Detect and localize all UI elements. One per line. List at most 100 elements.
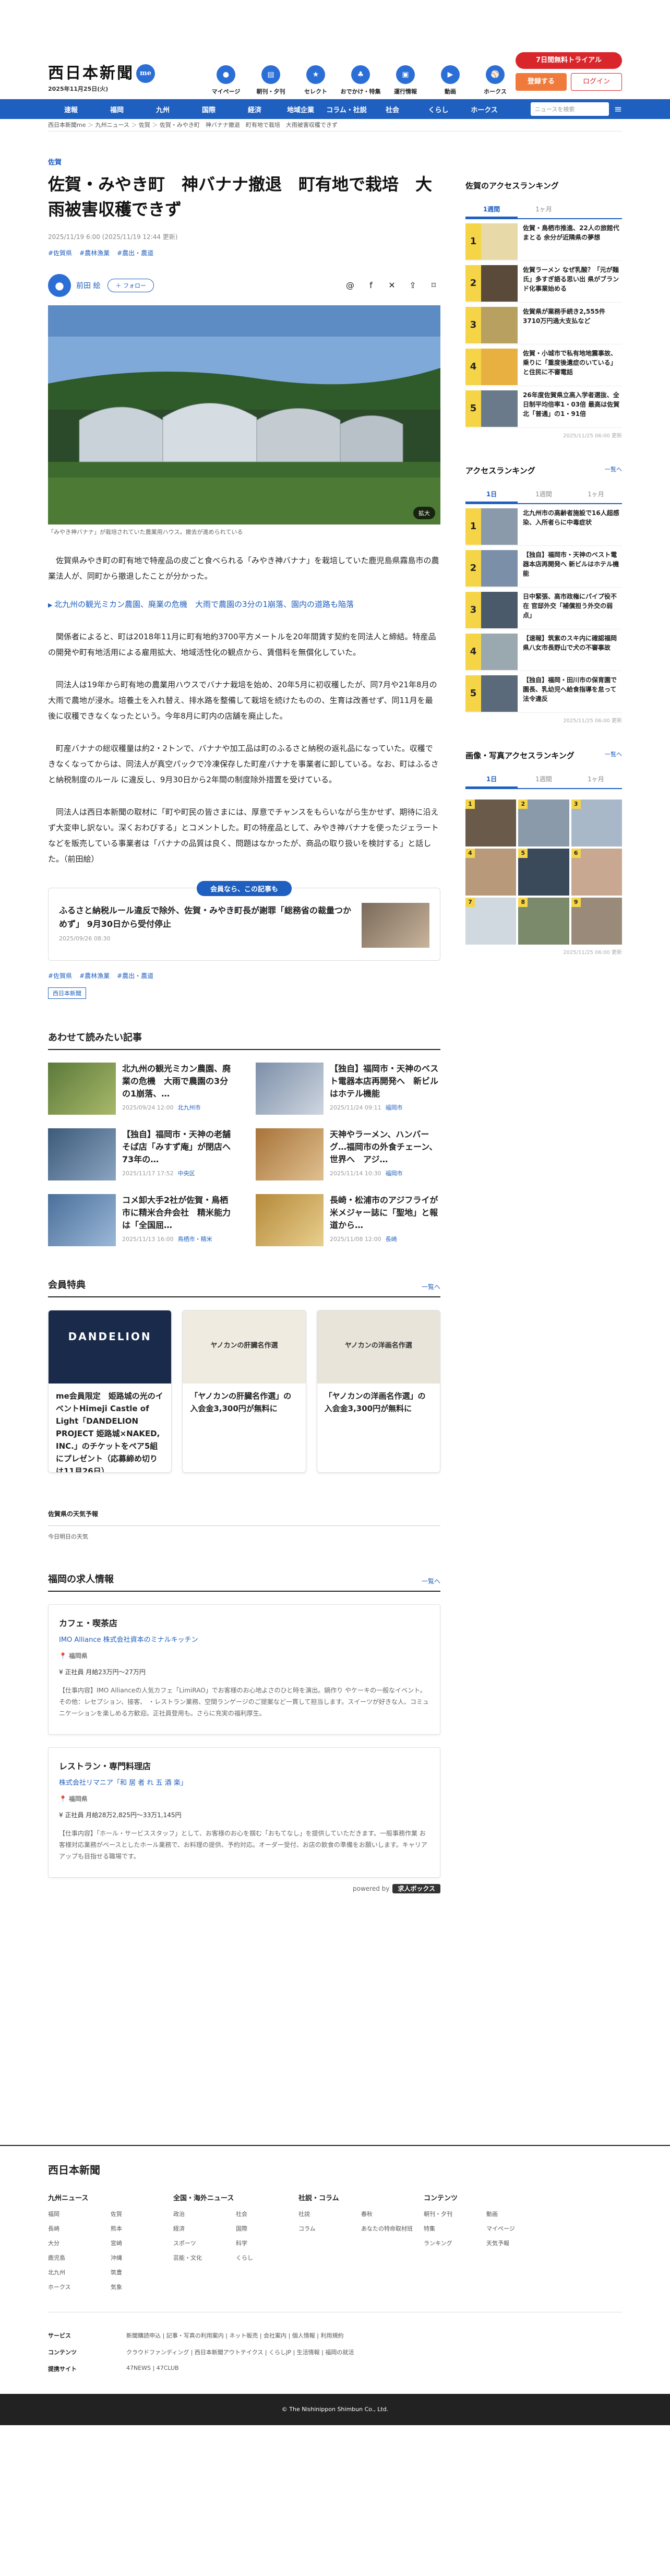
tab-month[interactable]: 1ヶ月 bbox=[570, 486, 622, 503]
rank-title[interactable]: 【独自】福岡市・天神のベスト電器本店再開発へ 新ビルはホテル機能 bbox=[523, 550, 622, 578]
site-logo[interactable]: 西日本新聞 me bbox=[48, 60, 155, 83]
job-card[interactable]: カフェ・喫茶店 IMO Alliance 株式会社資本のミナルキッチン 📍 福岡… bbox=[48, 1604, 440, 1735]
access2-more-link[interactable]: 一覧へ bbox=[605, 465, 622, 473]
cat-column[interactable]: コラム・社説 bbox=[324, 104, 369, 114]
tab-week[interactable]: 1週間 bbox=[518, 486, 570, 503]
footer-link[interactable]: 経済 bbox=[173, 2224, 236, 2233]
x-icon[interactable]: ✕ bbox=[385, 279, 399, 292]
perk-card[interactable]: DANDELION me会員限定 姫路城の光のイベントHimeji Castle … bbox=[48, 1310, 172, 1473]
footer-row-links[interactable]: 新聞購読申込 | 記事・写真の利用案内 | ネット販売 | 会社案内 | 個人情… bbox=[126, 2331, 622, 2340]
footer-link[interactable]: あなたの特命取材班 bbox=[361, 2224, 424, 2233]
author-name[interactable]: 前田 絵 bbox=[76, 280, 100, 291]
footer-link[interactable]: 春秋 bbox=[361, 2210, 424, 2218]
related-title[interactable]: 【独自】福岡市・天神のベスト電器本店再開発へ 新ビルはホテル機能 bbox=[330, 1063, 440, 1100]
cat-shakai[interactable]: 社会 bbox=[369, 104, 415, 114]
nav-mypage[interactable]: ● マイページ bbox=[205, 65, 247, 96]
perk-title[interactable]: 「ヤノカンの肝臓名作選」の入会金3,300円が無料に bbox=[183, 1384, 305, 1421]
cat-kurashi[interactable]: くらし bbox=[415, 104, 461, 114]
search-input[interactable]: ニュースを検索 bbox=[530, 102, 609, 116]
perk-title[interactable]: me会員限定 姫路城の光のイベントHimeji Castle of Light「… bbox=[49, 1384, 171, 1472]
related-title[interactable]: 北九州の観光ミカン農園、廃業の危機 大雨で農園の3分の1崩落、… bbox=[122, 1063, 233, 1100]
article-photo[interactable]: 拡大 bbox=[48, 305, 440, 524]
footer-link[interactable]: 社説 bbox=[298, 2210, 361, 2218]
tab-day[interactable]: 1日 bbox=[465, 486, 518, 503]
footer-link[interactable]: マイページ bbox=[486, 2224, 549, 2233]
image-thumb[interactable]: 5 bbox=[518, 849, 569, 896]
rank-title[interactable]: 【独自】福岡・田川市の保育園で園長、乳幼児へ給食指導を怠って法令違反 bbox=[523, 675, 622, 703]
footer-link[interactable]: 芸能・文化 bbox=[173, 2253, 236, 2262]
related-title[interactable]: 長崎・松浦市のアジフライが米メジャー誌に「聖地」と報道から… bbox=[330, 1194, 440, 1232]
job-title[interactable]: カフェ・喫茶店 bbox=[59, 1616, 429, 1629]
job-title[interactable]: レストラン・専門料理店 bbox=[59, 1759, 429, 1772]
tag-link[interactable]: #農林漁業 bbox=[79, 248, 110, 257]
related-item[interactable]: 北九州の観光ミカン農園、廃業の危機 大雨で農園の3分の1崩落、… 2025/09/… bbox=[48, 1063, 233, 1115]
tab-month[interactable]: 1ヶ月 bbox=[570, 771, 622, 788]
image-thumb[interactable]: 8 bbox=[518, 898, 569, 945]
rank-title[interactable]: 【速報】筑紫のスキ内に確認福岡県八女市長野山で犬の不審事故 bbox=[523, 634, 622, 652]
rank-item[interactable]: 5 【独自】福岡・田川市の保育園で園長、乳幼児へ給食指導を怠って法令違反 bbox=[465, 671, 622, 713]
rank-title[interactable]: 北九州市の高齢者施設で16人超感染、入所者らに中毒症状 bbox=[523, 508, 622, 527]
share-icon[interactable]: ⇪ bbox=[406, 279, 420, 292]
footer-link[interactable]: 長崎 bbox=[48, 2224, 111, 2233]
rank-item[interactable]: 1 北九州市の高齢者施設で16人超感染、入所者らに中毒症状 bbox=[465, 504, 622, 546]
nav-select[interactable]: ★ セレクト bbox=[294, 65, 337, 96]
footer-link[interactable]: くらし bbox=[236, 2253, 298, 2262]
rank-title[interactable]: 佐賀県が業務手続き2,555件 3710万円過大支払など bbox=[523, 307, 622, 326]
promo-title[interactable]: ふるさと納税ルール違反で除外、佐賀・みやき町長が謝罪「総務省の裁量つかめず」 9… bbox=[59, 904, 356, 931]
footer-link[interactable]: 鹿児島 bbox=[48, 2253, 111, 2262]
footer-link[interactable]: 国際 bbox=[236, 2224, 298, 2233]
cat-hawks[interactable]: ホークス bbox=[461, 104, 507, 114]
image-thumb[interactable]: 2 bbox=[518, 800, 569, 846]
inline-related-link[interactable]: 北九州の観光ミカン農園、廃業の危機 大雨で農園の3分の1崩落、園内の道路も陥落 bbox=[48, 598, 440, 612]
rank-item[interactable]: 5 26年度佐賀県立高入学者選抜、全日制平均倍率1・03倍 最高は佐賀北「普通」の… bbox=[465, 386, 622, 428]
tab-day[interactable]: 1日 bbox=[465, 771, 518, 788]
footer-link[interactable]: 科学 bbox=[236, 2239, 298, 2247]
perk-title[interactable]: 「ヤノカンの洋画名作選」の入会金3,300円が無料に bbox=[317, 1384, 440, 1421]
nav-hawks[interactable]: ⚾ ホークス bbox=[474, 65, 517, 96]
jobs-powered-by[interactable]: powered by 求人ボックス bbox=[48, 1884, 440, 1893]
footer-link[interactable]: 大分 bbox=[48, 2239, 111, 2247]
perks-more-link[interactable]: 一覧へ bbox=[422, 1282, 440, 1291]
related-item[interactable]: 【独自】福岡市・天神のベスト電器本店再開発へ 新ビルはホテル機能 2025/11/… bbox=[256, 1063, 440, 1115]
image-more-link[interactable]: 一覧へ bbox=[605, 750, 622, 758]
related-title[interactable]: 天神やラーメン、ハンバーグ…福岡市の外食チェーン、世界へ アジ… bbox=[330, 1128, 440, 1166]
footer-link[interactable]: 社会 bbox=[236, 2210, 298, 2218]
tab-month[interactable]: 1ヶ月 bbox=[518, 201, 570, 218]
rank-item[interactable]: 1 佐賀・鳥栖市推進、22人の旅館代まとる 余分が近隣県の夢想 bbox=[465, 219, 622, 261]
rank-item[interactable]: 2 【独自】福岡市・天神のベスト電器本店再開発へ 新ビルはホテル機能 bbox=[465, 546, 622, 588]
cat-fukuoka[interactable]: 福岡 bbox=[94, 104, 140, 114]
footer-link[interactable]: 北九州 bbox=[48, 2268, 111, 2276]
nav-video[interactable]: ▶ 動画 bbox=[429, 65, 472, 96]
rank-item[interactable]: 3 佐賀県が業務手続き2,555件 3710万円過大支払など bbox=[465, 303, 622, 344]
jobs-more-link[interactable]: 一覧へ bbox=[422, 1577, 440, 1585]
related-item[interactable]: 天神やラーメン、ハンバーグ…福岡市の外食チェーン、世界へ アジ… 2025/11/… bbox=[256, 1128, 440, 1180]
crumb-saga[interactable]: 佐賀 bbox=[129, 122, 150, 128]
related-item[interactable]: コメ卸大手2社が佐賀・鳥栖市に精米合弁会社 精米能力は「全国屈… 2025/11/… bbox=[48, 1194, 233, 1246]
nav-odekake[interactable]: ♣ おでかけ・特集 bbox=[339, 65, 382, 96]
menu-icon[interactable]: ≡ bbox=[614, 104, 622, 115]
footer-link[interactable]: スポーツ bbox=[173, 2239, 236, 2247]
rank-item[interactable]: 3 日中緊張、高市政権にパイプ役不在 官邸外交「補償担う外交の弱点」 bbox=[465, 588, 622, 629]
footer-link[interactable]: ランキング bbox=[424, 2239, 486, 2247]
tag-link[interactable]: #農林漁業 bbox=[79, 971, 110, 980]
rank-title[interactable]: 佐賀ラーメン なぜ乳酸？「元が麺氏」多すぎ語る思い出 県がブランド化事業始める bbox=[523, 265, 622, 293]
tag-link[interactable]: #佐賀県 bbox=[48, 971, 72, 980]
footer-link[interactable]: 朝刊・夕刊 bbox=[424, 2210, 486, 2218]
image-thumb[interactable]: 6 bbox=[571, 849, 622, 896]
footer-link[interactable]: 佐賀 bbox=[111, 2210, 173, 2218]
cat-keizai[interactable]: 経済 bbox=[232, 104, 278, 114]
bookmark-icon[interactable]: ⌑ bbox=[427, 279, 440, 292]
footer-link[interactable]: 気象 bbox=[111, 2283, 173, 2291]
cat-kyushu[interactable]: 九州 bbox=[140, 104, 186, 114]
rank-item[interactable]: 4 佐賀・小城市で私有地地震事故、乗りに「重度後遺症のいている」と住民に不審電話 bbox=[465, 344, 622, 386]
related-title[interactable]: コメ卸大手2社が佐賀・鳥栖市に精米合弁会社 精米能力は「全国屈… bbox=[122, 1194, 233, 1232]
footer-link[interactable]: 動画 bbox=[486, 2210, 549, 2218]
nav-train[interactable]: ▣ 運行情報 bbox=[384, 65, 427, 96]
cat-kokusai[interactable]: 国際 bbox=[186, 104, 232, 114]
crumb-home[interactable]: 西日本新聞me bbox=[48, 122, 86, 128]
register-button[interactable]: 登録する bbox=[516, 73, 567, 91]
cat-sokuho[interactable]: 速報 bbox=[48, 104, 94, 114]
related-title[interactable]: 【独自】福岡市・天神の老舗そば店「みすず庵」が閉店へ 73年の… bbox=[122, 1128, 233, 1166]
image-thumb[interactable]: 3 bbox=[571, 800, 622, 846]
image-thumb[interactable]: 4 bbox=[465, 849, 517, 896]
